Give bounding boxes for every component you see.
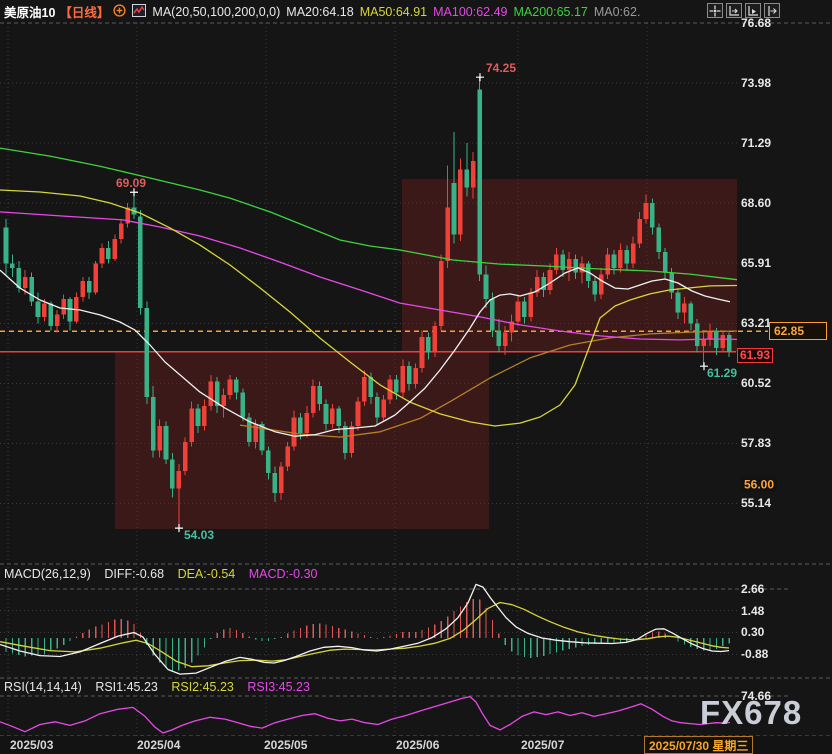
price-axis-label: 73.98 — [741, 76, 771, 90]
month-label[interactable]: 2025/07 — [521, 738, 564, 752]
price-axis-label: 71.29 — [741, 136, 771, 150]
macd-dea-value: DEA:-0.54 — [178, 567, 236, 581]
ma-settings-label[interactable]: MA(20,50,100,200,0,0) — [152, 5, 280, 19]
rsi-title[interactable]: RSI(14,14,14) — [4, 680, 82, 694]
fx678-watermark: FX678 — [700, 694, 802, 732]
period-tag[interactable]: 【日线】 — [59, 2, 109, 21]
price-annotation: 74.25 — [486, 61, 516, 75]
macd-diff-line — [0, 584, 729, 674]
ma50-value: MA50:64.91 — [360, 5, 427, 19]
rsi-line — [0, 697, 730, 733]
last-date-label: 2025/07/30 星期三 — [644, 736, 753, 754]
macd-axis-label: 2.66 — [741, 582, 764, 596]
last-price-box: 61.93 — [737, 348, 773, 363]
price-marker-cross — [476, 73, 484, 81]
rsi2-value: RSI2:45.23 — [171, 680, 234, 694]
chart-logo-icon — [132, 4, 146, 20]
macd-axis-label: 1.48 — [741, 604, 764, 618]
alert-price-label-5600[interactable]: 56.00 — [741, 477, 777, 492]
month-label[interactable]: 2025/04 — [137, 738, 180, 752]
add-indicator-icon[interactable] — [113, 4, 126, 20]
ma0-value: MA0:62. — [594, 5, 641, 19]
ma200-value: MA200:65.17 — [514, 5, 588, 19]
macd-label-row: MACD(26,12,9) DIFF:-0.68 DEA:-0.54 MACD:… — [4, 567, 328, 581]
rsi3-value: RSI3:45.23 — [247, 680, 310, 694]
price-annotation: 61.29 — [707, 366, 737, 380]
price-axis-label: 65.91 — [741, 256, 771, 270]
crosshair-icon[interactable] — [707, 3, 723, 18]
macd-diff-value: DIFF:-0.68 — [104, 567, 164, 581]
symbol-title: 美原油10 — [4, 2, 55, 21]
month-label[interactable]: 2025/05 — [264, 738, 307, 752]
axis-scale-left-icon[interactable] — [726, 3, 742, 18]
price-axis-label: 60.52 — [741, 376, 771, 390]
price-axis-label: 55.14 — [741, 496, 771, 510]
price-annotation: 54.03 — [184, 528, 214, 542]
rsi-label-row: RSI(14,14,14) RSI1:45.23 RSI2:45.23 RSI3… — [4, 680, 320, 694]
price-axis-label: 57.83 — [741, 436, 771, 450]
macd-axis-label: -0.88 — [741, 647, 768, 661]
macd-title[interactable]: MACD(26,12,9) — [4, 567, 91, 581]
price-axis-label: 76.68 — [741, 16, 771, 30]
rsi1-value: RSI1:45.23 — [95, 680, 158, 694]
macd-axis-label: 0.30 — [741, 625, 764, 639]
month-label[interactable]: 2025/06 — [396, 738, 439, 752]
alert-price-box-6285[interactable]: 62.85 — [769, 322, 827, 340]
month-label[interactable]: 2025/03 — [10, 738, 53, 752]
price-axis-label: 68.60 — [741, 196, 771, 210]
chart-app: 美原油10 【日线】 MA(20,50,100,200,0,0) MA20:64… — [0, 0, 832, 754]
price-annotation: 69.09 — [116, 176, 146, 190]
ma20-value: MA20:64.18 — [286, 5, 353, 19]
ma100-value: MA100:62.49 — [433, 5, 507, 19]
price-axis-label: 63.21 — [741, 316, 771, 330]
macd-macd-value: MACD:-0.30 — [249, 567, 318, 581]
macd-dea-line — [0, 603, 729, 667]
macd-histogram — [6, 599, 729, 671]
